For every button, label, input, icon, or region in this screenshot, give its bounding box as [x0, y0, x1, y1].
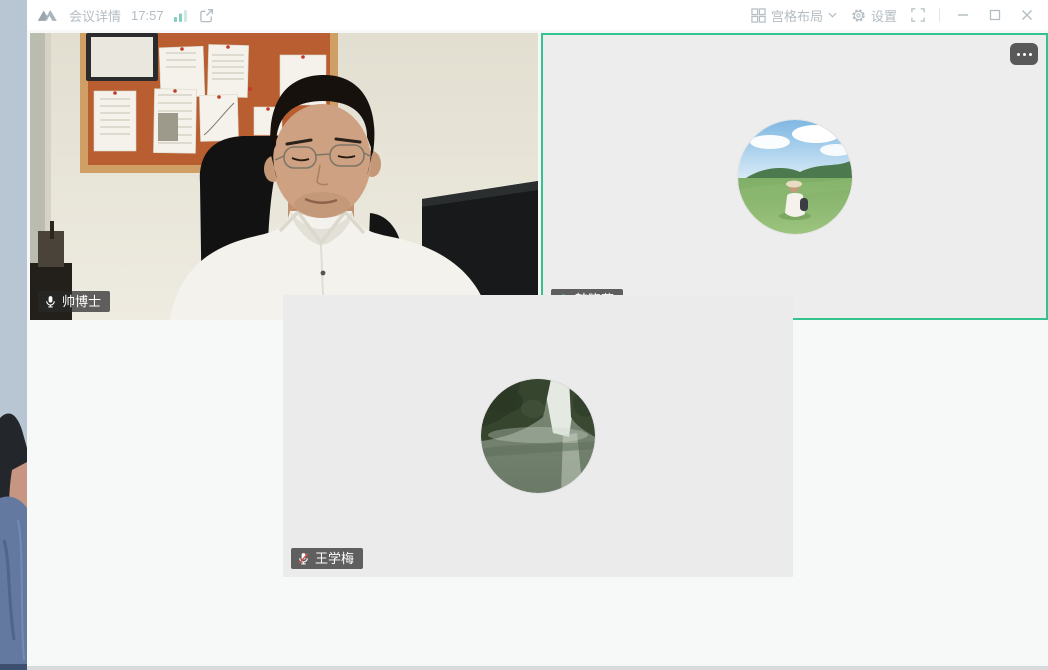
participant-name-tag: 帅博士 [38, 291, 110, 312]
meeting-details-button[interactable]: 会议详情 [69, 6, 121, 25]
network-signal-icon[interactable] [174, 9, 189, 22]
mic-on-icon [44, 295, 57, 308]
gear-icon [851, 8, 866, 23]
video-feed [30, 33, 538, 320]
layout-switch-button[interactable]: 宫格布局 [751, 6, 837, 25]
minimize-button[interactable] [954, 6, 972, 24]
meeting-window: 会议详情 17:57 宫格布局 [27, 0, 1048, 670]
close-button[interactable] [1018, 6, 1036, 24]
open-external-icon[interactable] [199, 8, 214, 23]
titlebar: 会议详情 17:57 宫格布局 [27, 0, 1048, 30]
settings-button-label: 设置 [871, 6, 897, 25]
window-bottom-edge [27, 666, 1048, 670]
settings-button[interactable]: 设置 [851, 6, 897, 25]
titlebar-time: 17:57 [131, 8, 164, 23]
layout-button-label: 宫格布局 [771, 6, 823, 25]
background-video-fragment [0, 0, 27, 670]
maximize-icon [989, 9, 1001, 21]
mic-muted-icon [297, 552, 310, 565]
fullscreen-icon[interactable] [911, 8, 925, 22]
participant-name-tag: 王学梅 [291, 548, 363, 569]
participant-name: 帅博士 [62, 295, 101, 308]
meeting-logo-icon [37, 8, 59, 22]
minimize-icon [957, 9, 969, 21]
titlebar-divider [939, 8, 940, 22]
avatar-grassland [738, 120, 852, 234]
ellipsis-icon [1017, 53, 1020, 56]
avatar-river-image [481, 379, 595, 493]
participant-tile-hanxiaoyan[interactable]: 韩晓燕 [541, 33, 1048, 320]
avatar-river [481, 379, 595, 493]
participant-name: 王学梅 [315, 552, 354, 565]
participant-tile-shuaiboshi[interactable]: 帅博士 [30, 33, 538, 320]
close-icon [1021, 9, 1033, 21]
maximize-button[interactable] [986, 6, 1004, 24]
grid-layout-icon [751, 8, 766, 23]
more-options-button[interactable] [1010, 43, 1038, 65]
background-app-strip [0, 0, 27, 670]
chevron-down-icon [828, 12, 837, 18]
avatar-grassland-image [738, 120, 852, 234]
participant-tile-wangxuemei[interactable]: 王学梅 [283, 295, 793, 577]
